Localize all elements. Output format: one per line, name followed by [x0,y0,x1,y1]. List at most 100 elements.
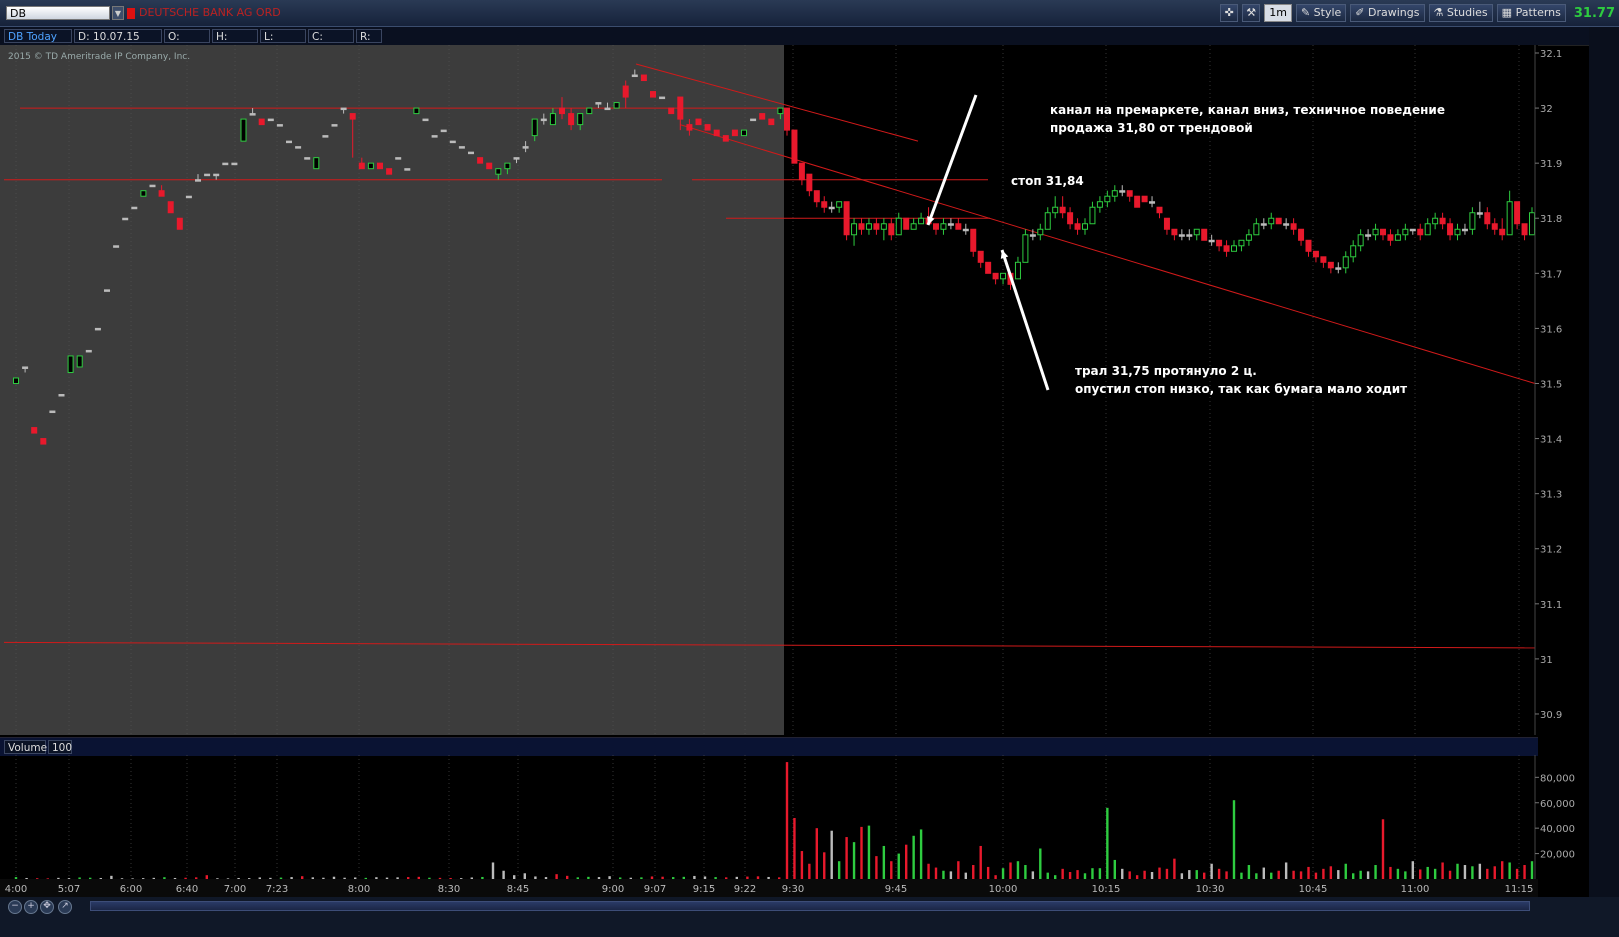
time-tick-label: 10:00 [989,884,1018,895]
wrench-icon[interactable]: ⚒ [1242,4,1261,22]
volume-bar [1508,862,1511,879]
candle-body [640,74,647,82]
volume-bar [1240,872,1243,879]
volume-bar [897,853,900,879]
patterns-label: Patterns [1515,6,1561,19]
right-scale-strip [1589,27,1619,907]
time-tick-label: 9:22 [734,884,756,895]
price-tick-label: 31.3 [1540,490,1562,501]
style-icon: ✎ [1300,6,1314,19]
candle-body [94,327,101,331]
volume-bar [438,877,442,879]
candle [58,394,65,397]
candle-body [798,162,805,181]
volume-bar [972,865,975,879]
candle [140,190,147,197]
volume-bar [672,877,675,879]
volume-bar [1076,870,1079,879]
candle-body [955,223,962,230]
candle-body [695,118,702,126]
candle-body [358,162,365,170]
volume-bar [311,877,314,879]
chart-info-bar: DB Today 1m D: 10.07.15 13:29 O: 31.78 H… [0,27,1619,57]
chart-title[interactable]: DB Today 1m [4,29,72,57]
candle-body [49,410,56,414]
studies-label: Studies [1446,6,1488,19]
volume-bar [1486,868,1489,879]
volume-bar [703,876,707,879]
volume-bar [46,878,49,879]
candle-body [613,102,620,109]
volume-bar [979,845,982,879]
candle-body [1223,245,1230,252]
candle-body [1268,217,1275,225]
candle-body [331,124,338,127]
volume-bar [1210,863,1213,879]
candle-body [586,107,593,115]
symbol-input[interactable]: DB [6,6,110,20]
volume-bar [1106,807,1109,879]
volume-bar [1061,868,1064,879]
symbol-color-flag[interactable] [127,8,135,19]
volume-tick-label: 20,000 [1540,850,1575,861]
volume-bar [1054,875,1057,879]
pan-icon[interactable]: ✥ [40,900,54,914]
volume-label[interactable]: Volume [4,740,47,754]
candle-body [1096,201,1103,208]
drawings-button[interactable]: ✐ Drawings [1350,4,1425,22]
zoom-out-icon[interactable]: − [8,900,22,914]
candle-body [851,223,858,236]
volume-bar [1277,870,1280,879]
candle-body [677,96,684,120]
candle-body [668,107,675,115]
volume-bar [1381,819,1385,879]
candle [1275,217,1282,225]
volume-bar [173,877,177,879]
candle [750,118,757,122]
drawings-label: Drawings [1368,6,1420,19]
volume-bar [1188,870,1191,879]
volume-bar [1314,872,1318,879]
volume-bar [1150,872,1154,879]
candle [386,168,393,175]
symbol-dropdown-button[interactable]: ▼ [112,6,124,20]
candle-body [1394,234,1401,241]
volume-bar [1128,871,1131,879]
style-button[interactable]: ✎ Style [1295,4,1347,22]
zoom-in-icon[interactable]: + [24,900,38,914]
volume-bar [1016,861,1020,879]
crosshair-tool-icon[interactable]: ✜ [1220,4,1239,22]
studies-button[interactable]: ⚗ Studies [1428,4,1493,22]
volume-bar [1366,871,1370,879]
candle-body [1350,245,1357,258]
candle-body [777,107,784,115]
candle-body [595,102,602,105]
candle-body [1320,256,1327,263]
volume-bar [994,875,997,879]
volume-chart[interactable]: 80,000 60,000 40,000 20,000 4:00 5:07 6:00 6:4… [0,755,1619,897]
candle [903,217,910,230]
candle [85,349,92,353]
candle-body [104,289,110,292]
candle [67,355,74,373]
candle [104,289,110,292]
candle [76,355,83,368]
volume-bar [1411,861,1414,879]
premarket-background [0,45,784,735]
patterns-button[interactable]: ▦ Patterns [1496,4,1566,22]
candle-body [843,201,850,236]
candle-body [1067,212,1074,225]
volume-bar [1352,873,1355,879]
volume-bar [619,877,622,879]
volume-tick-label: 60,000 [1540,799,1575,810]
volume-bar [860,826,863,879]
volume-bar [534,876,537,879]
annotation-trail-line2: опустил стоп низко, так как бумага мало … [1075,382,1408,396]
candle-body [213,173,220,177]
candle [258,118,265,126]
expand-icon[interactable]: ↗ [58,900,72,914]
candle [122,217,129,221]
volume-bar [67,878,71,879]
timeframe-button[interactable]: 1m [1264,4,1292,22]
horizontal-scrollbar[interactable] [90,901,1530,911]
